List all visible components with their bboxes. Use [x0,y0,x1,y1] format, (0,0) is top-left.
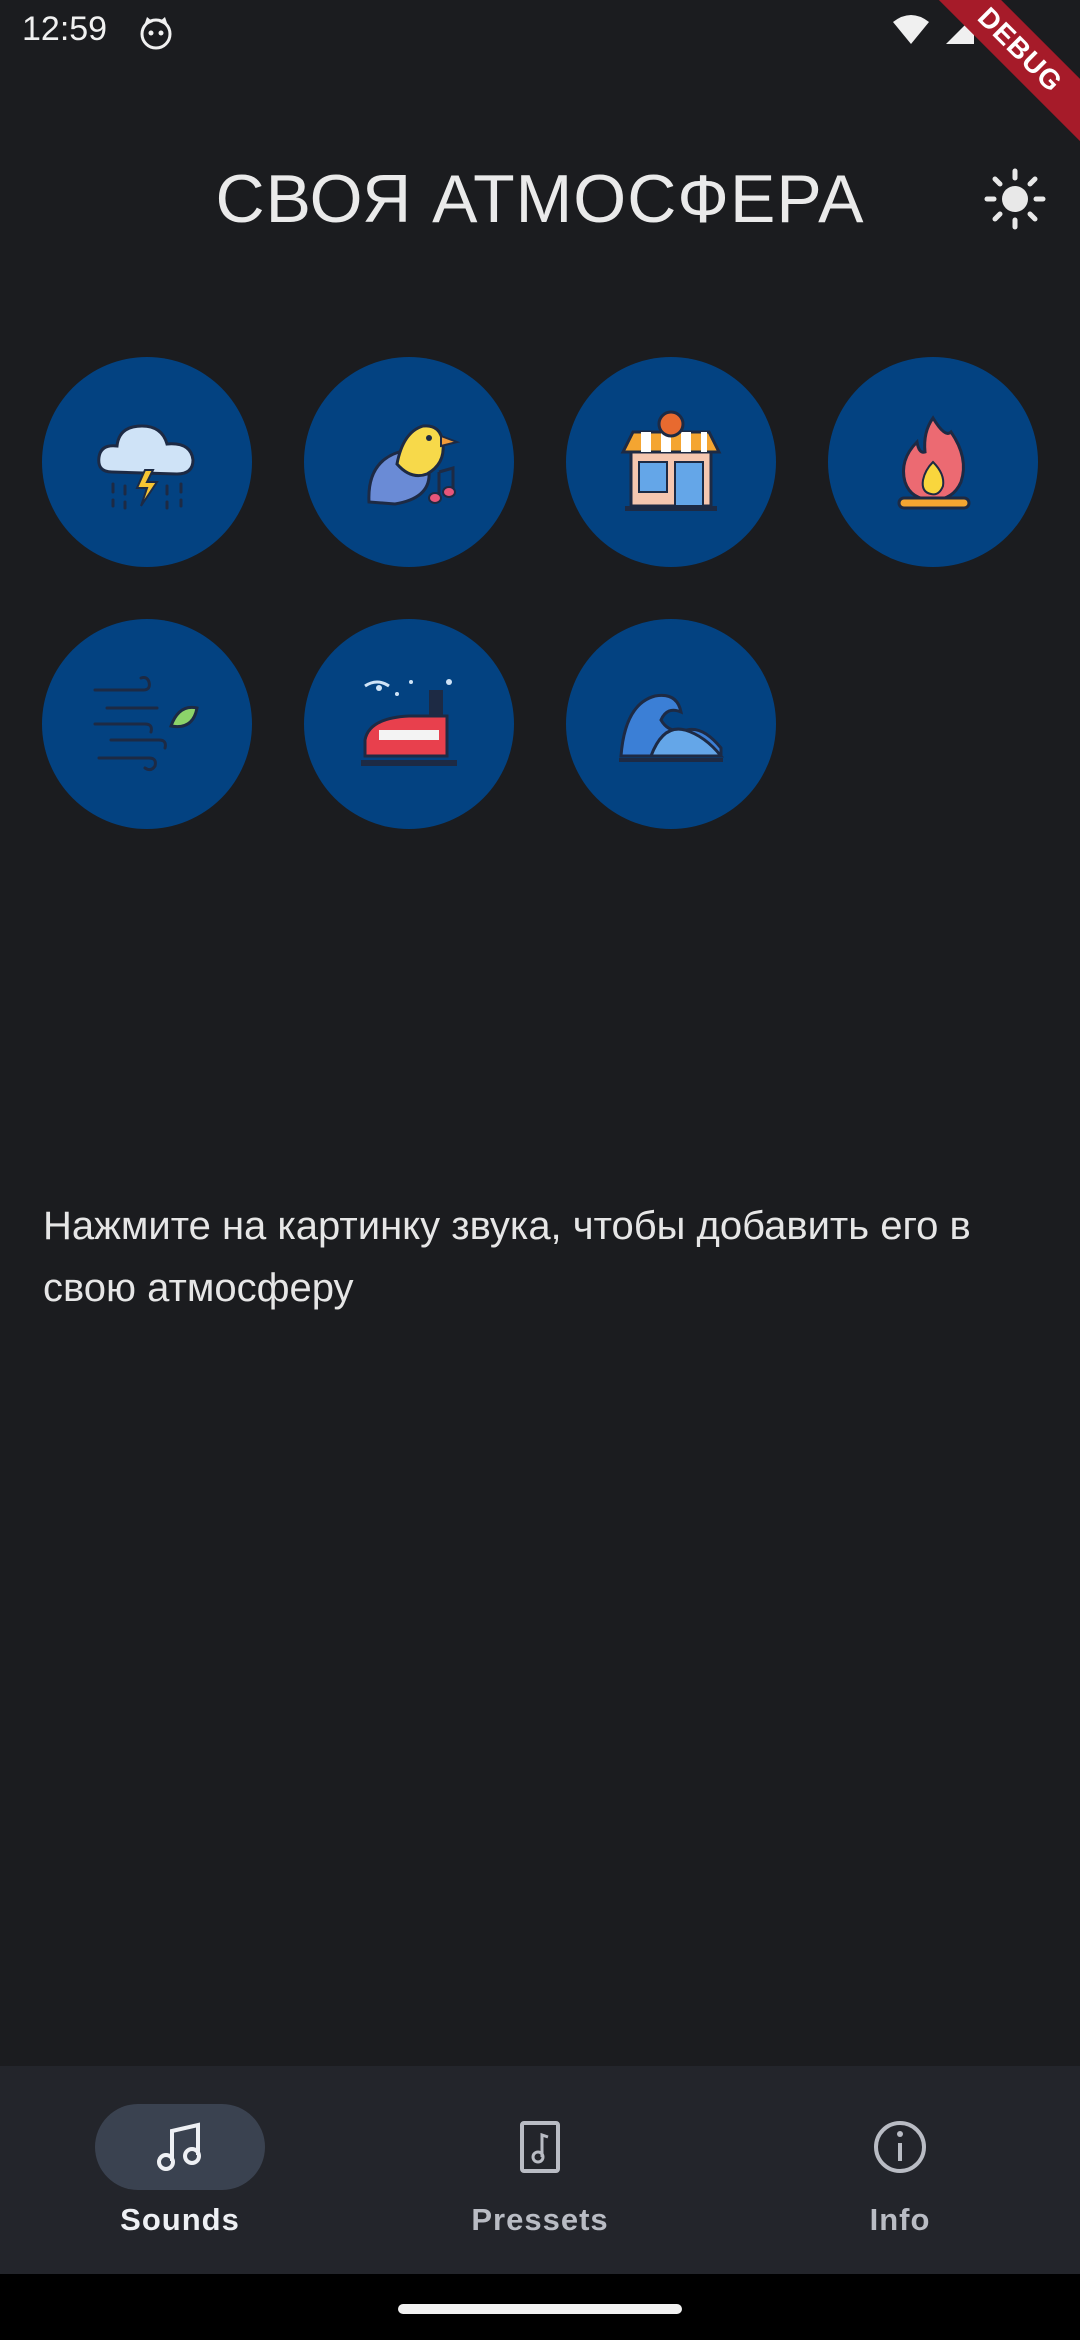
bottom-navigation: Sounds Pressets Info [0,2066,1080,2274]
nav-item-info[interactable]: Info [720,2066,1080,2274]
wifi-icon [893,15,929,44]
status-time: 12:59 [22,10,108,48]
info-icon [874,2121,926,2173]
sound-button-waves[interactable] [566,619,776,829]
wave-icon [619,693,725,762]
system-navigation-bar [0,2274,1080,2340]
storm-cloud-icon [97,424,195,510]
train-icon [361,679,457,766]
nav-item-pressets[interactable]: Pressets [360,2066,720,2274]
nav-item-sounds[interactable]: Sounds [0,2066,360,2274]
hint-text: Нажмите на картинку звука, чтобы добавит… [43,1204,971,1310]
cat-notification-icon [140,17,172,50]
fire-icon [897,415,971,510]
app-header: СВОЯ АТМОСФЕРА [0,150,1080,250]
nav-label-info: Info [869,2202,931,2237]
sound-button-birds[interactable] [304,357,514,567]
theme-toggle-button[interactable] [980,164,1050,234]
sun-icon [984,168,1046,230]
sound-button-thunderstorm[interactable] [42,357,252,567]
sound-button-wind[interactable] [42,619,252,829]
sound-button-campfire[interactable] [828,357,1038,567]
home-indicator[interactable] [398,2304,682,2314]
singing-bird-icon [367,424,461,506]
music-note-icon [157,2122,201,2171]
nav-label-sounds: Sounds [120,2202,240,2237]
status-bar: 12:59 [0,0,1080,64]
music-file-icon [520,2121,560,2173]
sound-button-cafe[interactable] [566,357,776,567]
page-title: СВОЯ АТМОСФЕРА [215,161,865,237]
sound-button-train[interactable] [304,619,514,829]
cafe-shop-icon [620,410,722,511]
wind-leaf-icon [93,676,199,772]
nav-label-pressets: Pressets [471,2202,609,2237]
